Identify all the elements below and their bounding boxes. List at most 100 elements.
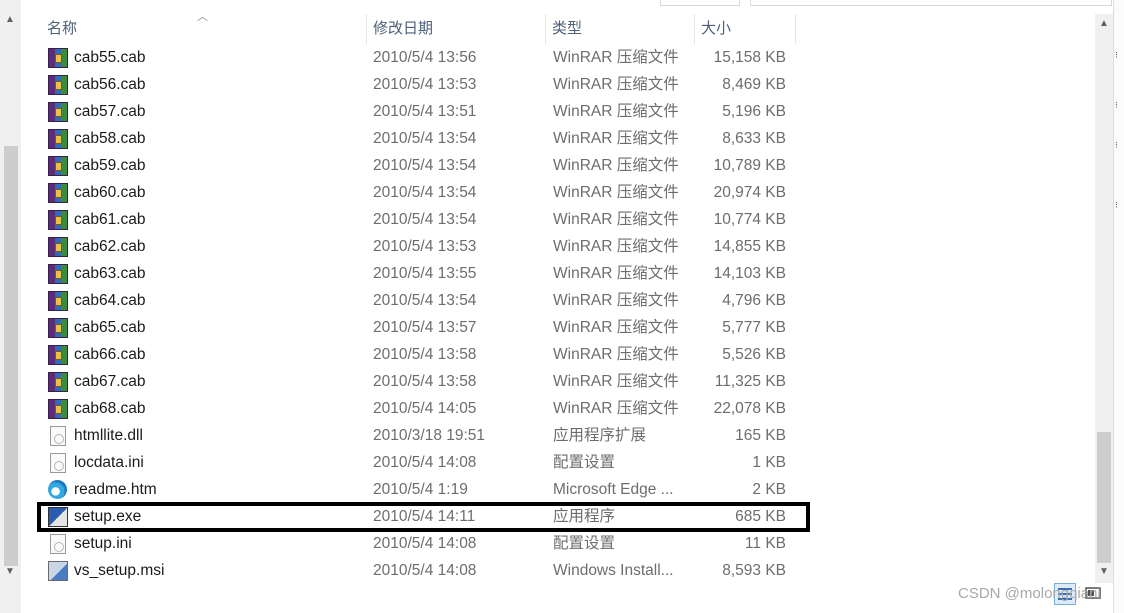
- file-row[interactable]: setup.exe 2010/5/4 14:11 应用程序 685 KB: [21, 503, 1095, 530]
- file-size: 8,469 KB: [722, 76, 786, 93]
- file-name: cab59.cab: [74, 157, 146, 174]
- file-date: 2010/5/4 13:55: [373, 265, 477, 282]
- file-row[interactable]: cab60.cab 2010/5/4 13:54 WinRAR 压缩文件 20,974…: [21, 179, 1095, 206]
- file-row[interactable]: setup.ini 2010/5/4 14:08 配置设置 11 KB: [21, 530, 1095, 557]
- file-type: WinRAR 压缩文件: [553, 76, 679, 93]
- file-date: 2010/5/4 13:54: [373, 211, 477, 228]
- file-date: 2010/5/4 13:54: [373, 184, 477, 201]
- search-box[interactable]: [750, 0, 1112, 6]
- file-row[interactable]: locdata.ini 2010/5/4 14:08 配置设置 1 KB: [21, 449, 1095, 476]
- file-row[interactable]: cab63.cab 2010/5/4 13:55 WinRAR 压缩文件 14,103…: [21, 260, 1095, 287]
- scroll-up-icon[interactable]: ▲: [5, 14, 15, 25]
- file-name: vs_setup.msi: [74, 562, 165, 579]
- rar-archive-icon: [48, 129, 68, 149]
- dll-file-icon: [48, 426, 68, 446]
- file-type: WinRAR 压缩文件: [553, 49, 679, 66]
- file-size: 5,777 KB: [722, 319, 786, 336]
- file-type: WinRAR 压缩文件: [553, 373, 679, 390]
- file-name: cab60.cab: [74, 184, 146, 201]
- file-type: WinRAR 压缩文件: [553, 211, 679, 228]
- exe-file-icon: [48, 507, 68, 527]
- file-row[interactable]: cab58.cab 2010/5/4 13:54 WinRAR 压缩文件 8,633 …: [21, 125, 1095, 152]
- file-size: 1 KB: [752, 454, 786, 471]
- file-type: Microsoft Edge ...: [553, 481, 674, 498]
- right-scrollbar[interactable]: ▲ ▼: [1095, 14, 1113, 583]
- file-row[interactable]: cab67.cab 2010/5/4 13:58 WinRAR 压缩文件 11,325…: [21, 368, 1095, 395]
- file-name: cab68.cab: [74, 400, 146, 417]
- file-name: cab56.cab: [74, 76, 146, 93]
- left-scrollbar[interactable]: ▲ ▼: [0, 0, 21, 613]
- file-date: 2010/5/4 13:58: [373, 346, 477, 363]
- scroll-thumb[interactable]: [4, 146, 18, 566]
- file-type: WinRAR 压缩文件: [553, 400, 679, 417]
- file-type: WinRAR 压缩文件: [553, 346, 679, 363]
- file-name: cab64.cab: [74, 292, 146, 309]
- file-date: 2010/5/4 1:19: [373, 481, 468, 498]
- rar-archive-icon: [48, 102, 68, 122]
- file-size: 20,974 KB: [713, 184, 786, 201]
- rar-archive-icon: [48, 264, 68, 284]
- file-row[interactable]: cab62.cab 2010/5/4 13:53 WinRAR 压缩文件 14,855…: [21, 233, 1095, 260]
- scroll-thumb[interactable]: [1097, 432, 1111, 563]
- column-type[interactable]: 类型: [546, 14, 694, 44]
- rar-archive-icon: [48, 291, 68, 311]
- file-row[interactable]: cab68.cab 2010/5/4 14:05 WinRAR 压缩文件 22,078…: [21, 395, 1095, 422]
- file-size: 11,325 KB: [714, 373, 786, 390]
- file-date: 2010/5/4 13:58: [373, 373, 477, 390]
- rar-archive-icon: [48, 75, 68, 95]
- file-type: WinRAR 压缩文件: [553, 319, 679, 336]
- column-name[interactable]: 名称: [41, 14, 366, 44]
- file-size: 8,593 KB: [722, 562, 786, 579]
- file-row[interactable]: cab56.cab 2010/5/4 13:53 WinRAR 压缩文件 8,469 …: [21, 71, 1095, 98]
- file-date: 2010/5/4 13:54: [373, 157, 477, 174]
- column-header: ︿ 名称 修改日期 类型 大小: [21, 11, 1095, 44]
- edge-icon: [48, 480, 68, 500]
- file-name: readme.htm: [74, 481, 157, 498]
- file-row[interactable]: cab64.cab 2010/5/4 13:54 WinRAR 压缩文件 4,796 …: [21, 287, 1095, 314]
- column-divider[interactable]: [795, 14, 796, 44]
- file-name: setup.exe: [74, 508, 142, 525]
- file-date: 2010/5/4 13:53: [373, 76, 477, 93]
- file-row[interactable]: cab57.cab 2010/5/4 13:51 WinRAR 压缩文件 5,196 …: [21, 98, 1095, 125]
- watermark: CSDN @molongqiani: [958, 585, 1101, 602]
- file-row[interactable]: vs_setup.msi 2010/5/4 14:08 Windows Instal…: [21, 557, 1095, 584]
- file-date: 2010/3/18 19:51: [373, 427, 486, 444]
- file-size: 14,103 KB: [713, 265, 786, 282]
- rar-archive-icon: [48, 345, 68, 365]
- file-date: 2010/5/4 13:54: [373, 130, 477, 147]
- file-name: htmllite.dll: [74, 427, 143, 444]
- file-date: 2010/5/4 13:51: [373, 103, 477, 120]
- file-type: WinRAR 压缩文件: [553, 265, 679, 282]
- file-row[interactable]: cab61.cab 2010/5/4 13:54 WinRAR 压缩文件 10,774…: [21, 206, 1095, 233]
- file-size: 22,078 KB: [713, 400, 786, 417]
- file-date: 2010/5/4 14:11: [373, 508, 476, 525]
- file-type: WinRAR 压缩文件: [553, 103, 679, 120]
- file-name: cab55.cab: [74, 49, 146, 66]
- file-name: cab58.cab: [74, 130, 146, 147]
- scroll-down-icon[interactable]: ▼: [5, 566, 15, 577]
- toolbar-box: [660, 0, 740, 6]
- file-type: 应用程序扩展: [553, 427, 647, 444]
- file-size: 10,774 KB: [713, 211, 786, 228]
- file-row[interactable]: cab65.cab 2010/5/4 13:57 WinRAR 压缩文件 5,777 …: [21, 314, 1095, 341]
- scroll-down-icon[interactable]: ▼: [1099, 566, 1109, 577]
- scroll-up-icon[interactable]: ▲: [1099, 18, 1109, 29]
- file-row[interactable]: readme.htm 2010/5/4 1:19 Microsoft Edge ..…: [21, 476, 1095, 503]
- column-size[interactable]: 大小: [695, 14, 795, 44]
- adjacent-window-edge: ⁝ ⁝ ⁝ ⁝: [1113, 0, 1124, 613]
- file-row[interactable]: cab66.cab 2010/5/4 13:58 WinRAR 压缩文件 5,526 …: [21, 341, 1095, 368]
- file-row[interactable]: cab59.cab 2010/5/4 13:54 WinRAR 压缩文件 10,789…: [21, 152, 1095, 179]
- file-row[interactable]: htmllite.dll 2010/3/18 19:51 应用程序扩展 165 KB: [21, 422, 1095, 449]
- column-date[interactable]: 修改日期: [367, 14, 545, 44]
- file-type: 配置设置: [553, 535, 616, 552]
- file-type: 配置设置: [553, 454, 616, 471]
- file-size: 14,855 KB: [713, 238, 786, 255]
- file-size: 8,633 KB: [722, 130, 786, 147]
- file-size: 2 KB: [752, 481, 786, 498]
- file-type: WinRAR 压缩文件: [553, 238, 679, 255]
- file-size: 165 KB: [735, 427, 786, 444]
- file-name: cab66.cab: [74, 346, 146, 363]
- rar-archive-icon: [48, 210, 68, 230]
- file-size: 685 KB: [735, 508, 786, 525]
- file-row[interactable]: cab55.cab 2010/5/4 13:56 WinRAR 压缩文件 15,158…: [21, 44, 1095, 71]
